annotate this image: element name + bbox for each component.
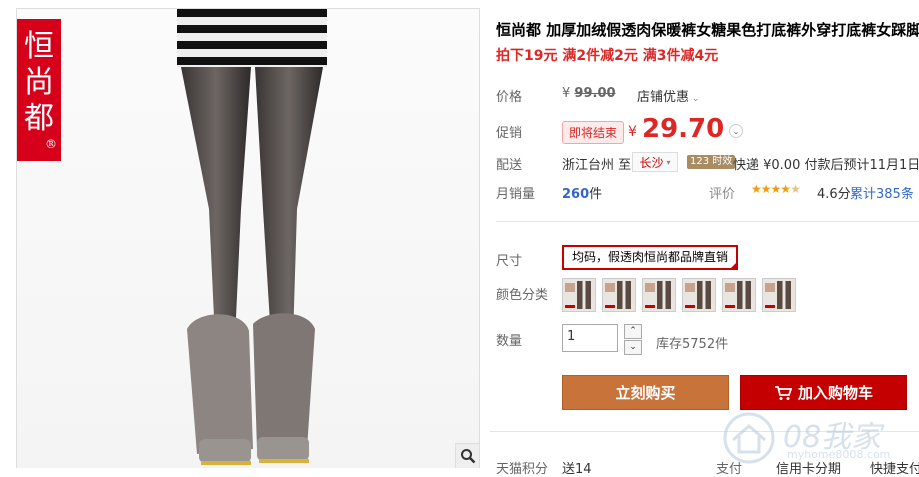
star-rating: ★★★★★ bbox=[751, 182, 801, 196]
shipping-label: 配送 bbox=[496, 158, 523, 173]
price-label: 价格 bbox=[496, 90, 523, 105]
original-price-value: 99.00 bbox=[574, 86, 616, 101]
size-option-selected[interactable]: 均码，假透肉恒尚都品牌直销 bbox=[562, 245, 739, 270]
add-to-cart-label: 加入购物车 bbox=[797, 384, 873, 402]
sales-unit: 件 bbox=[589, 187, 603, 202]
rating-label: 评价 bbox=[709, 187, 736, 202]
currency-symbol: ¥ bbox=[562, 86, 571, 101]
zoom-icon bbox=[461, 449, 476, 464]
stock-count: 库存5752件 bbox=[656, 337, 729, 352]
chevron-down-icon: ⌄ bbox=[689, 94, 700, 104]
color-swatch[interactable] bbox=[682, 278, 716, 312]
chevron-down-icon: ▾ bbox=[666, 157, 671, 167]
house-icon bbox=[723, 412, 775, 464]
current-price: 29.70 bbox=[642, 114, 725, 144]
color-swatch[interactable] bbox=[642, 278, 676, 312]
sales-count: 260 bbox=[562, 187, 590, 202]
color-swatch[interactable] bbox=[562, 278, 596, 312]
currency-symbol: ¥ bbox=[628, 124, 637, 140]
color-swatch[interactable] bbox=[602, 278, 636, 312]
ship-to-word: 至 bbox=[618, 158, 632, 173]
add-to-cart-button[interactable]: 加入购物车 bbox=[740, 375, 907, 410]
monthly-sales: 260件 bbox=[562, 183, 602, 202]
promo-price-label: 促销 bbox=[496, 126, 523, 141]
quantity-increase-button[interactable]: ⌃ bbox=[624, 324, 642, 339]
delivery-time-badge: 123 时效 bbox=[687, 155, 736, 169]
quantity-decrease-button[interactable]: ⌄ bbox=[624, 340, 642, 355]
review-count-link[interactable]: 累计385条 bbox=[850, 183, 914, 202]
product-photo bbox=[177, 9, 327, 465]
brand-logo-char: 都 bbox=[24, 101, 54, 136]
promo-text: 拍下19元 满2件减2元 满3件减4元 bbox=[496, 48, 719, 64]
destination-city: 长沙 bbox=[639, 155, 664, 170]
price-chevron-icon[interactable]: ⌄ bbox=[729, 124, 743, 138]
points-value: 送14 bbox=[562, 462, 592, 477]
size-option-label: 均码，假透肉恒尚都品牌直销 bbox=[572, 250, 729, 264]
original-price: ¥ 99.00 bbox=[562, 86, 616, 101]
product-title: 恒尚都 加厚加绒假透肉保暖裤女糖果色打底裤外穿打底裤女踩脚裤 bbox=[496, 21, 919, 39]
brand-logo-char: 尚 bbox=[24, 65, 54, 100]
buy-now-button[interactable]: 立刻购买 bbox=[562, 375, 729, 410]
selected-check-icon bbox=[729, 261, 739, 270]
watermark: 08我家 myhome8008.com bbox=[715, 410, 915, 466]
ship-origin: 浙江台州 bbox=[562, 158, 615, 173]
product-gallery: 恒 尚 都 ® bbox=[16, 8, 480, 468]
quantity-input[interactable]: 1 bbox=[562, 324, 618, 352]
rating-score: 4.6分 bbox=[817, 187, 851, 202]
flash-sale-badge: 即将结束 bbox=[562, 121, 625, 144]
brand-logo: 恒 尚 都 ® bbox=[17, 19, 61, 161]
star-icon: ★ bbox=[760, 182, 772, 196]
store-discount-dropdown[interactable]: 店铺优惠 ⌄ bbox=[637, 86, 699, 105]
size-label: 尺寸 bbox=[496, 254, 523, 269]
star-icon: ★ bbox=[770, 182, 782, 196]
monthly-sales-label: 月销量 bbox=[496, 187, 536, 202]
quantity-label: 数量 bbox=[496, 334, 523, 349]
ship-from: 浙江台州 至 bbox=[562, 154, 631, 173]
star-icon: ★ bbox=[790, 182, 801, 196]
color-swatches bbox=[562, 278, 796, 312]
registered-mark: ® bbox=[45, 137, 57, 151]
color-swatch[interactable] bbox=[762, 278, 796, 312]
shipping-info: 快递 ¥0.00 付款后预计11月1日送达 bbox=[733, 158, 919, 173]
color-swatch[interactable] bbox=[722, 278, 756, 312]
divider bbox=[496, 221, 919, 222]
color-label: 颜色分类 bbox=[496, 288, 549, 303]
cart-icon bbox=[774, 385, 792, 400]
store-discount-label: 店铺优惠 bbox=[637, 90, 690, 105]
zoom-button[interactable] bbox=[455, 443, 479, 468]
destination-select[interactable]: 长沙 ▾ bbox=[632, 152, 678, 172]
star-icon: ★ bbox=[751, 182, 762, 196]
brand-logo-char: 恒 bbox=[24, 29, 54, 64]
points-label: 天猫积分 bbox=[496, 462, 549, 477]
watermark-url: myhome8008.com bbox=[787, 448, 891, 461]
star-icon: ★ bbox=[780, 182, 791, 196]
